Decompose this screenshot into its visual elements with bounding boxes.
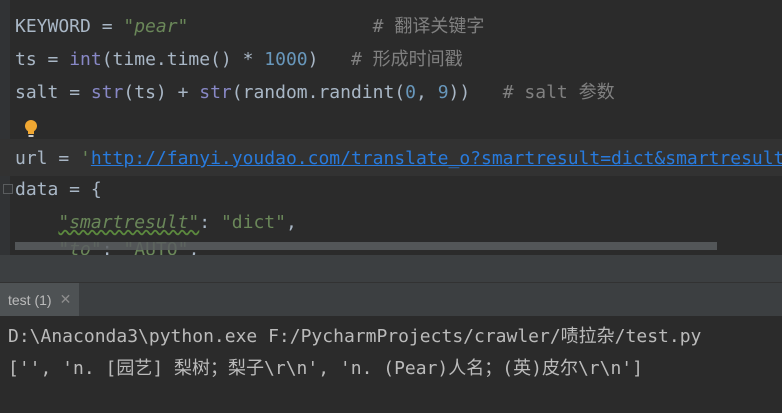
panel-divider[interactable]	[0, 255, 782, 283]
code-token: =	[47, 148, 81, 169]
code-token: =	[36, 49, 70, 70]
code-token: ))	[448, 82, 471, 103]
code-line-url[interactable]: url = 'http://fanyi.youdao.com/translate…	[15, 143, 782, 175]
code-line-keyword[interactable]: KEYWORD = "pear" # 翻译关键字	[15, 11, 484, 43]
code-token: "dict"	[220, 212, 286, 233]
code-token: KEYWORD	[15, 16, 91, 37]
code-token: (ts) +	[123, 82, 200, 103]
tab-label: test (1)	[8, 291, 52, 308]
code-token: str	[90, 82, 124, 103]
code-token: "pear"	[123, 16, 189, 37]
code-token: )	[307, 49, 319, 70]
code-token: "smartresult"	[58, 212, 200, 233]
code-token: :	[199, 212, 221, 233]
code-token: (random.randint(	[231, 82, 406, 103]
console-command-line: D:\Anaconda3\python.exe F:/PycharmProjec…	[8, 326, 702, 347]
run-console[interactable]: D:\Anaconda3\python.exe F:/PycharmProjec…	[0, 317, 782, 413]
code-token: (time.time() *	[101, 49, 265, 70]
code-line-salt[interactable]: salt = str(ts) + str(random.randint(0, 9…	[15, 77, 615, 109]
code-editor[interactable]: KEYWORD = "pear" # 翻译关键字 ts = int(time.t…	[0, 0, 782, 255]
code-comment: # salt 参数	[502, 82, 615, 103]
tab-test-run[interactable]: test (1) ✕	[0, 283, 80, 316]
code-token: 1000	[264, 49, 308, 70]
code-token: data = {	[15, 179, 102, 200]
url-link[interactable]: http://fanyi.youdao.com/translate_o?smar…	[91, 148, 782, 169]
horizontal-scrollbar[interactable]	[15, 242, 717, 250]
code-comment: # 翻译关键字	[372, 16, 485, 37]
lightbulb-icon[interactable]	[24, 119, 38, 139]
code-token: str	[199, 82, 232, 103]
code-token: ts	[15, 49, 37, 70]
code-token: int	[69, 49, 102, 70]
editor-gutter	[0, 0, 10, 255]
close-icon[interactable]: ✕	[60, 292, 72, 308]
code-token: =	[58, 82, 91, 103]
run-tool-window-tabs: test (1) ✕	[0, 283, 782, 317]
code-token: ,	[285, 212, 297, 233]
code-line-data[interactable]: data = {	[15, 174, 102, 206]
code-token: url	[15, 148, 48, 169]
code-token: ,	[416, 82, 438, 103]
code-token: 0	[405, 82, 416, 103]
code-comment: # 形成时间戳	[351, 49, 463, 70]
code-token: 9	[437, 82, 449, 103]
code-token: =	[90, 16, 124, 37]
console-output-line: ['', 'n. [园艺] 梨树；梨子\r\n', 'n. (Pear)人名；(…	[8, 358, 643, 379]
code-line-ts[interactable]: ts = int(time.time() * 1000) # 形成时间戳	[15, 44, 463, 76]
fold-marker-icon[interactable]	[3, 184, 13, 194]
code-token: salt	[15, 82, 59, 103]
code-token: '	[80, 148, 91, 169]
